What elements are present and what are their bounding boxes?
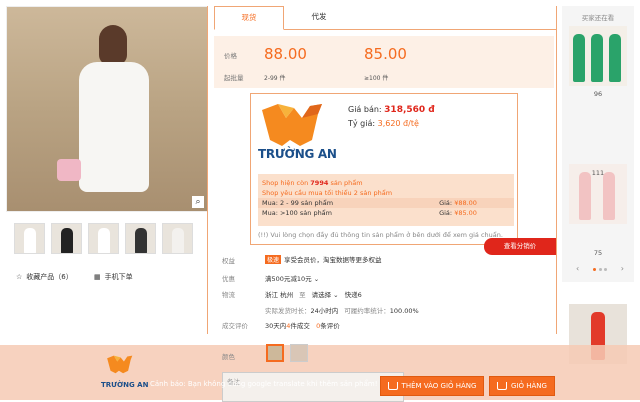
translate-warning: Cảnh báo: Bạn không dùng google translat… — [150, 380, 378, 388]
tier1-price-label: Giá: — [439, 199, 453, 207]
favorite-label: 收藏产品（6） — [26, 273, 73, 281]
color-swatches — [266, 344, 308, 362]
thumbnail[interactable] — [88, 223, 119, 254]
pager-dot[interactable] — [592, 268, 596, 271]
related-product-count: 96 — [593, 90, 603, 98]
truong-an-price-info: Giá bán: 318,560 đ Tỷ giá: 3,620 đ/tệ — [348, 103, 435, 131]
related-product-count: 75 — [593, 249, 603, 257]
sidebar-title: 买家还在看 — [581, 14, 615, 22]
dress-figure — [79, 62, 149, 192]
ship-destination-select[interactable]: 请选择 ⌄ — [312, 289, 339, 299]
view-cart-label: GIỎ HÀNG — [511, 382, 547, 390]
pager-dot[interactable] — [598, 268, 602, 271]
ship-rate-value: 100.00% — [389, 307, 419, 315]
mobile-order[interactable]: ▦ 手机下单 — [94, 272, 133, 282]
discount-label: 优惠 — [222, 275, 235, 283]
model-hair — [99, 25, 127, 65]
thumbnail[interactable] — [125, 223, 156, 254]
view-cart-button[interactable]: GIỎ HÀNG — [489, 376, 555, 396]
thumbnail[interactable] — [14, 223, 45, 254]
tier1-cny-price: ¥88.00 — [454, 199, 477, 207]
sales-row: 30天内4件成交 0条评价 — [265, 320, 340, 330]
sidebar-pager: ‹ › — [576, 264, 624, 273]
min-order-text: Shop yêu cầu mua tối thiểu 2 sản phẩm — [262, 189, 393, 197]
color-swatch[interactable] — [266, 344, 284, 362]
related-product-count: 111 — [591, 169, 605, 177]
chevron-down-icon: ⌄ — [313, 275, 320, 283]
discount-text: 满500元减10元 — [265, 275, 312, 283]
tier2-range: Mua: >100 sản phẩm — [262, 209, 333, 217]
qr-code-icon: ▦ — [94, 273, 101, 281]
truong-an-camel-logo — [107, 355, 133, 374]
shipping-stats: 实际发货时长：24小时内 可履约率统计：100.00% — [265, 305, 419, 315]
stock-prefix: Shop hiện còn — [262, 179, 309, 187]
select-options-note: (!!) Vui lòng chọn đầy đủ thông tin sản … — [258, 231, 503, 239]
order-type-tabs: 现货 代发 — [214, 6, 556, 30]
view-distribution-price-button[interactable]: 查看分销价 — [484, 238, 556, 255]
tier1-price: 88.00 — [264, 45, 307, 63]
rights-label: 权益 — [222, 257, 235, 265]
vnd-price-label: Giá bán: — [348, 105, 382, 114]
add-to-cart-label: THÊM VÀO GIỎ HÀNG — [401, 382, 477, 390]
related-product-image[interactable] — [569, 26, 627, 86]
rights-value: 享受会员价，淘宝数据等更多权益 — [284, 256, 382, 264]
cart-icon — [387, 382, 398, 390]
sales-label: 成交评价 — [222, 322, 248, 330]
thumbnail[interactable] — [51, 223, 82, 254]
pager-dot[interactable] — [604, 268, 608, 271]
price-panel: 价格 起批量 88.00 2-99 件 85.00 ≥100 件 — [214, 36, 554, 88]
chevron-right-icon[interactable]: › — [621, 264, 624, 273]
price-label: 价格 — [224, 52, 237, 60]
chevron-down-icon: ⌄ — [333, 291, 339, 299]
logistics-row: 浙江 杭州 至 请选择 ⌄ 快递6 — [265, 289, 362, 299]
thumbnail[interactable] — [162, 223, 193, 254]
rights-row: 极速 享受会员价，淘宝数据等更多权益 — [265, 254, 382, 264]
exchange-rate-label: Tỷ giá: — [348, 119, 376, 128]
tier2-cny-price: ¥85.00 — [454, 209, 477, 217]
chevron-left-icon[interactable]: ‹ — [576, 264, 579, 273]
color-label: 颜色 — [222, 353, 235, 361]
ship-rate-label: 可履约率统计： — [344, 307, 390, 315]
tier2-price: 85.00 — [364, 45, 407, 63]
vnd-price-value: 318,560 đ — [384, 105, 435, 115]
stock-info-panel: Shop hiện còn 7994 sản phẩm Shop yêu cầu… — [258, 174, 514, 226]
stock-suffix: sản phẩm — [330, 179, 363, 187]
tier2-qty: ≥100 件 — [364, 75, 389, 82]
rights-badge: 极速 — [265, 254, 282, 264]
tab-dropship[interactable]: 代发 — [284, 6, 354, 29]
main-product-image[interactable]: ⌕ — [6, 6, 208, 212]
sales-suffix: 件成交 — [290, 322, 310, 330]
color-swatch[interactable] — [290, 344, 308, 362]
cart-icon — [497, 382, 508, 390]
thumbnail-strip — [14, 223, 193, 254]
ship-time-value: 24小时内 — [310, 307, 339, 315]
exchange-rate-value: 3,620 đ/tệ — [377, 119, 419, 128]
star-icon: ☆ — [16, 273, 23, 281]
discount-value[interactable]: 满500元减10元 ⌄ — [265, 273, 319, 283]
qty-label: 起批量 — [224, 74, 244, 82]
ship-destination-text: 请选择 — [311, 291, 332, 299]
review-suffix: 条评价 — [320, 322, 340, 330]
mobile-order-label: 手机下单 — [104, 273, 133, 281]
toolbar-brand: TRƯỜNG AN — [101, 381, 149, 389]
tier2-price-label: Giá: — [439, 209, 453, 217]
sales-prefix: 30天内 — [265, 322, 287, 330]
handbag-figure — [57, 159, 81, 181]
ship-to: 至 — [299, 291, 306, 299]
truong-an-brand: TRƯỜNG AN — [258, 147, 337, 161]
tier1-range: Mua: 2 - 99 sản phẩm — [262, 199, 334, 207]
logistics-label: 物流 — [222, 291, 235, 299]
ship-origin: 浙江 杭州 — [265, 291, 294, 299]
add-to-cart-button[interactable]: THÊM VÀO GIỎ HÀNG — [380, 376, 484, 396]
tab-spot-goods[interactable]: 现货 — [214, 6, 284, 30]
stock-count: 7994 — [310, 179, 329, 187]
shipping-method: 快递6 — [344, 291, 362, 299]
ship-time-label: 实际发货时长： — [265, 307, 311, 315]
zoom-icon[interactable]: ⌕ — [192, 196, 204, 208]
tier1-qty: 2-99 件 — [264, 75, 286, 82]
favorite-product[interactable]: ☆ 收藏产品（6） — [16, 272, 73, 282]
